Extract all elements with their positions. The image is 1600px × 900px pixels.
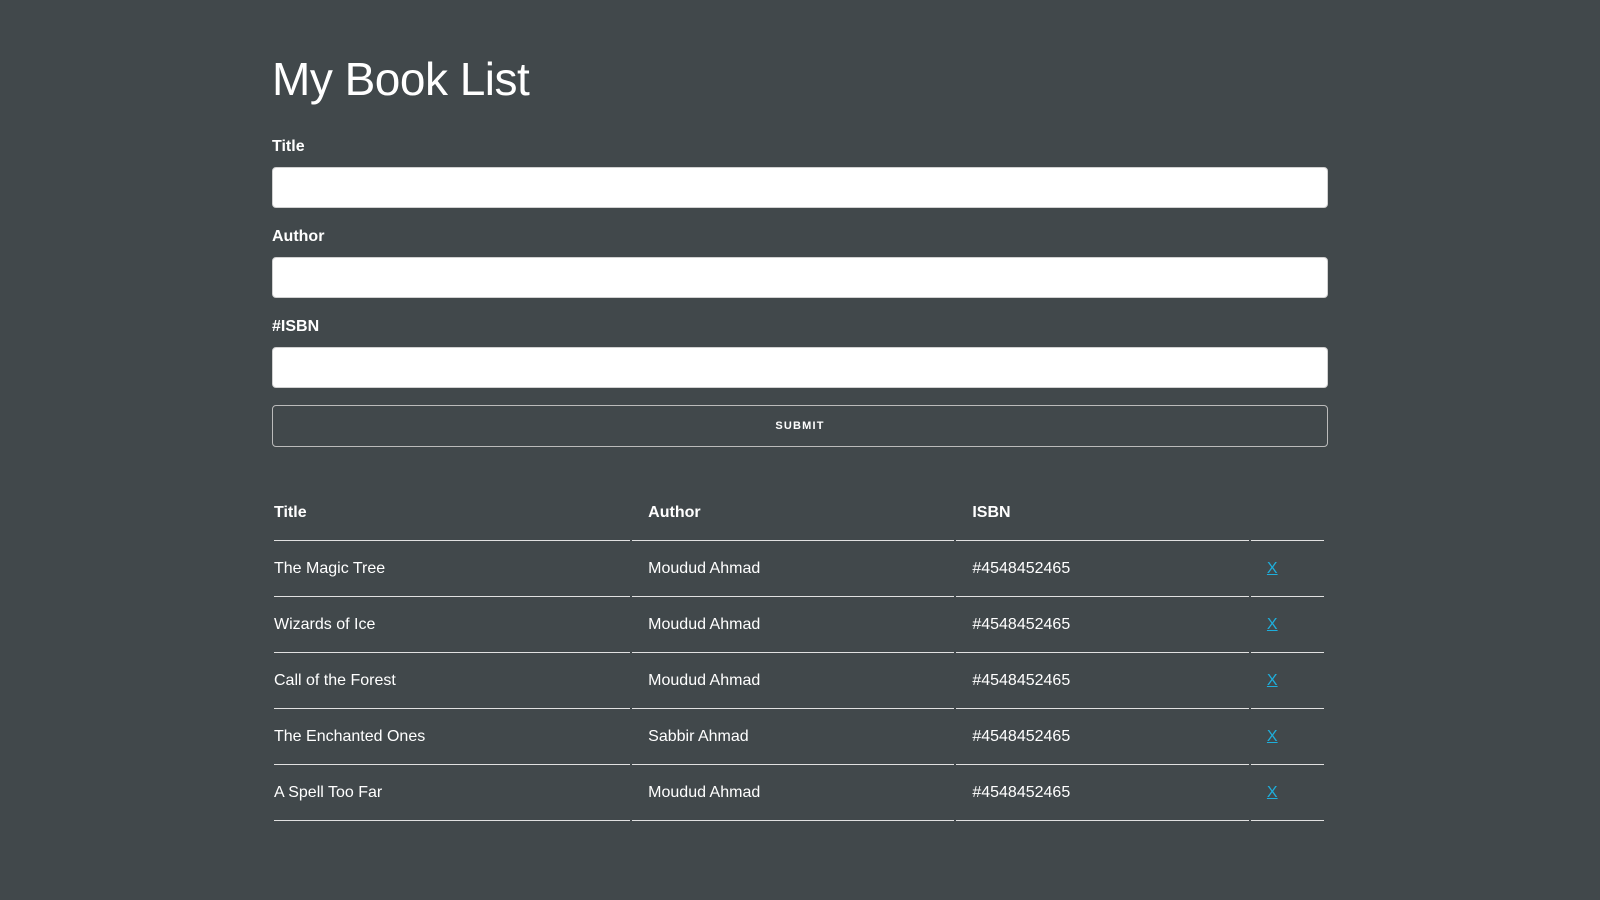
- author-input[interactable]: [272, 257, 1328, 298]
- cell-isbn: #4548452465: [956, 653, 1249, 709]
- table-header-row: Title Author ISBN: [274, 486, 1324, 541]
- cell-title: Call of the Forest: [274, 653, 631, 709]
- cell-title: Wizards of Ice: [274, 597, 631, 653]
- author-label: Author: [272, 228, 325, 245]
- isbn-label: #ISBN: [272, 318, 320, 335]
- cell-author: Moudud Ahmad: [632, 765, 955, 821]
- delete-link[interactable]: X: [1267, 784, 1278, 801]
- table-row: A Spell Too Far Moudud Ahmad #4548452465…: [274, 765, 1324, 821]
- cell-isbn: #4548452465: [956, 541, 1249, 597]
- page-title: My Book List: [272, 53, 530, 105]
- cell-title: The Enchanted Ones: [274, 709, 631, 765]
- book-table: Title Author ISBN The Magic Tree Moudud …: [272, 486, 1326, 821]
- header-delete: [1250, 486, 1324, 541]
- cell-isbn: #4548452465: [956, 709, 1249, 765]
- cell-author: Sabbir Ahmad: [632, 709, 955, 765]
- isbn-input[interactable]: [272, 347, 1328, 388]
- cell-title: A Spell Too Far: [274, 765, 631, 821]
- title-label: Title: [272, 138, 305, 155]
- cell-author: Moudud Ahmad: [632, 653, 955, 709]
- title-input[interactable]: [272, 167, 1328, 208]
- table-row: The Magic Tree Moudud Ahmad #4548452465 …: [274, 541, 1324, 597]
- table-row: Wizards of Ice Moudud Ahmad #4548452465 …: [274, 597, 1324, 653]
- cell-isbn: #4548452465: [956, 597, 1249, 653]
- cell-isbn: #4548452465: [956, 765, 1249, 821]
- delete-link[interactable]: X: [1267, 728, 1278, 745]
- header-isbn: ISBN: [956, 486, 1249, 541]
- cell-author: Moudud Ahmad: [632, 597, 955, 653]
- header-title: Title: [274, 486, 631, 541]
- cell-author: Moudud Ahmad: [632, 541, 955, 597]
- table-row: The Enchanted Ones Sabbir Ahmad #4548452…: [274, 709, 1324, 765]
- delete-link[interactable]: X: [1267, 616, 1278, 633]
- delete-link[interactable]: X: [1267, 672, 1278, 689]
- submit-button[interactable]: SUBMIT: [272, 405, 1328, 447]
- header-author: Author: [632, 486, 955, 541]
- cell-title: The Magic Tree: [274, 541, 631, 597]
- delete-link[interactable]: X: [1267, 560, 1278, 577]
- table-row: Call of the Forest Moudud Ahmad #4548452…: [274, 653, 1324, 709]
